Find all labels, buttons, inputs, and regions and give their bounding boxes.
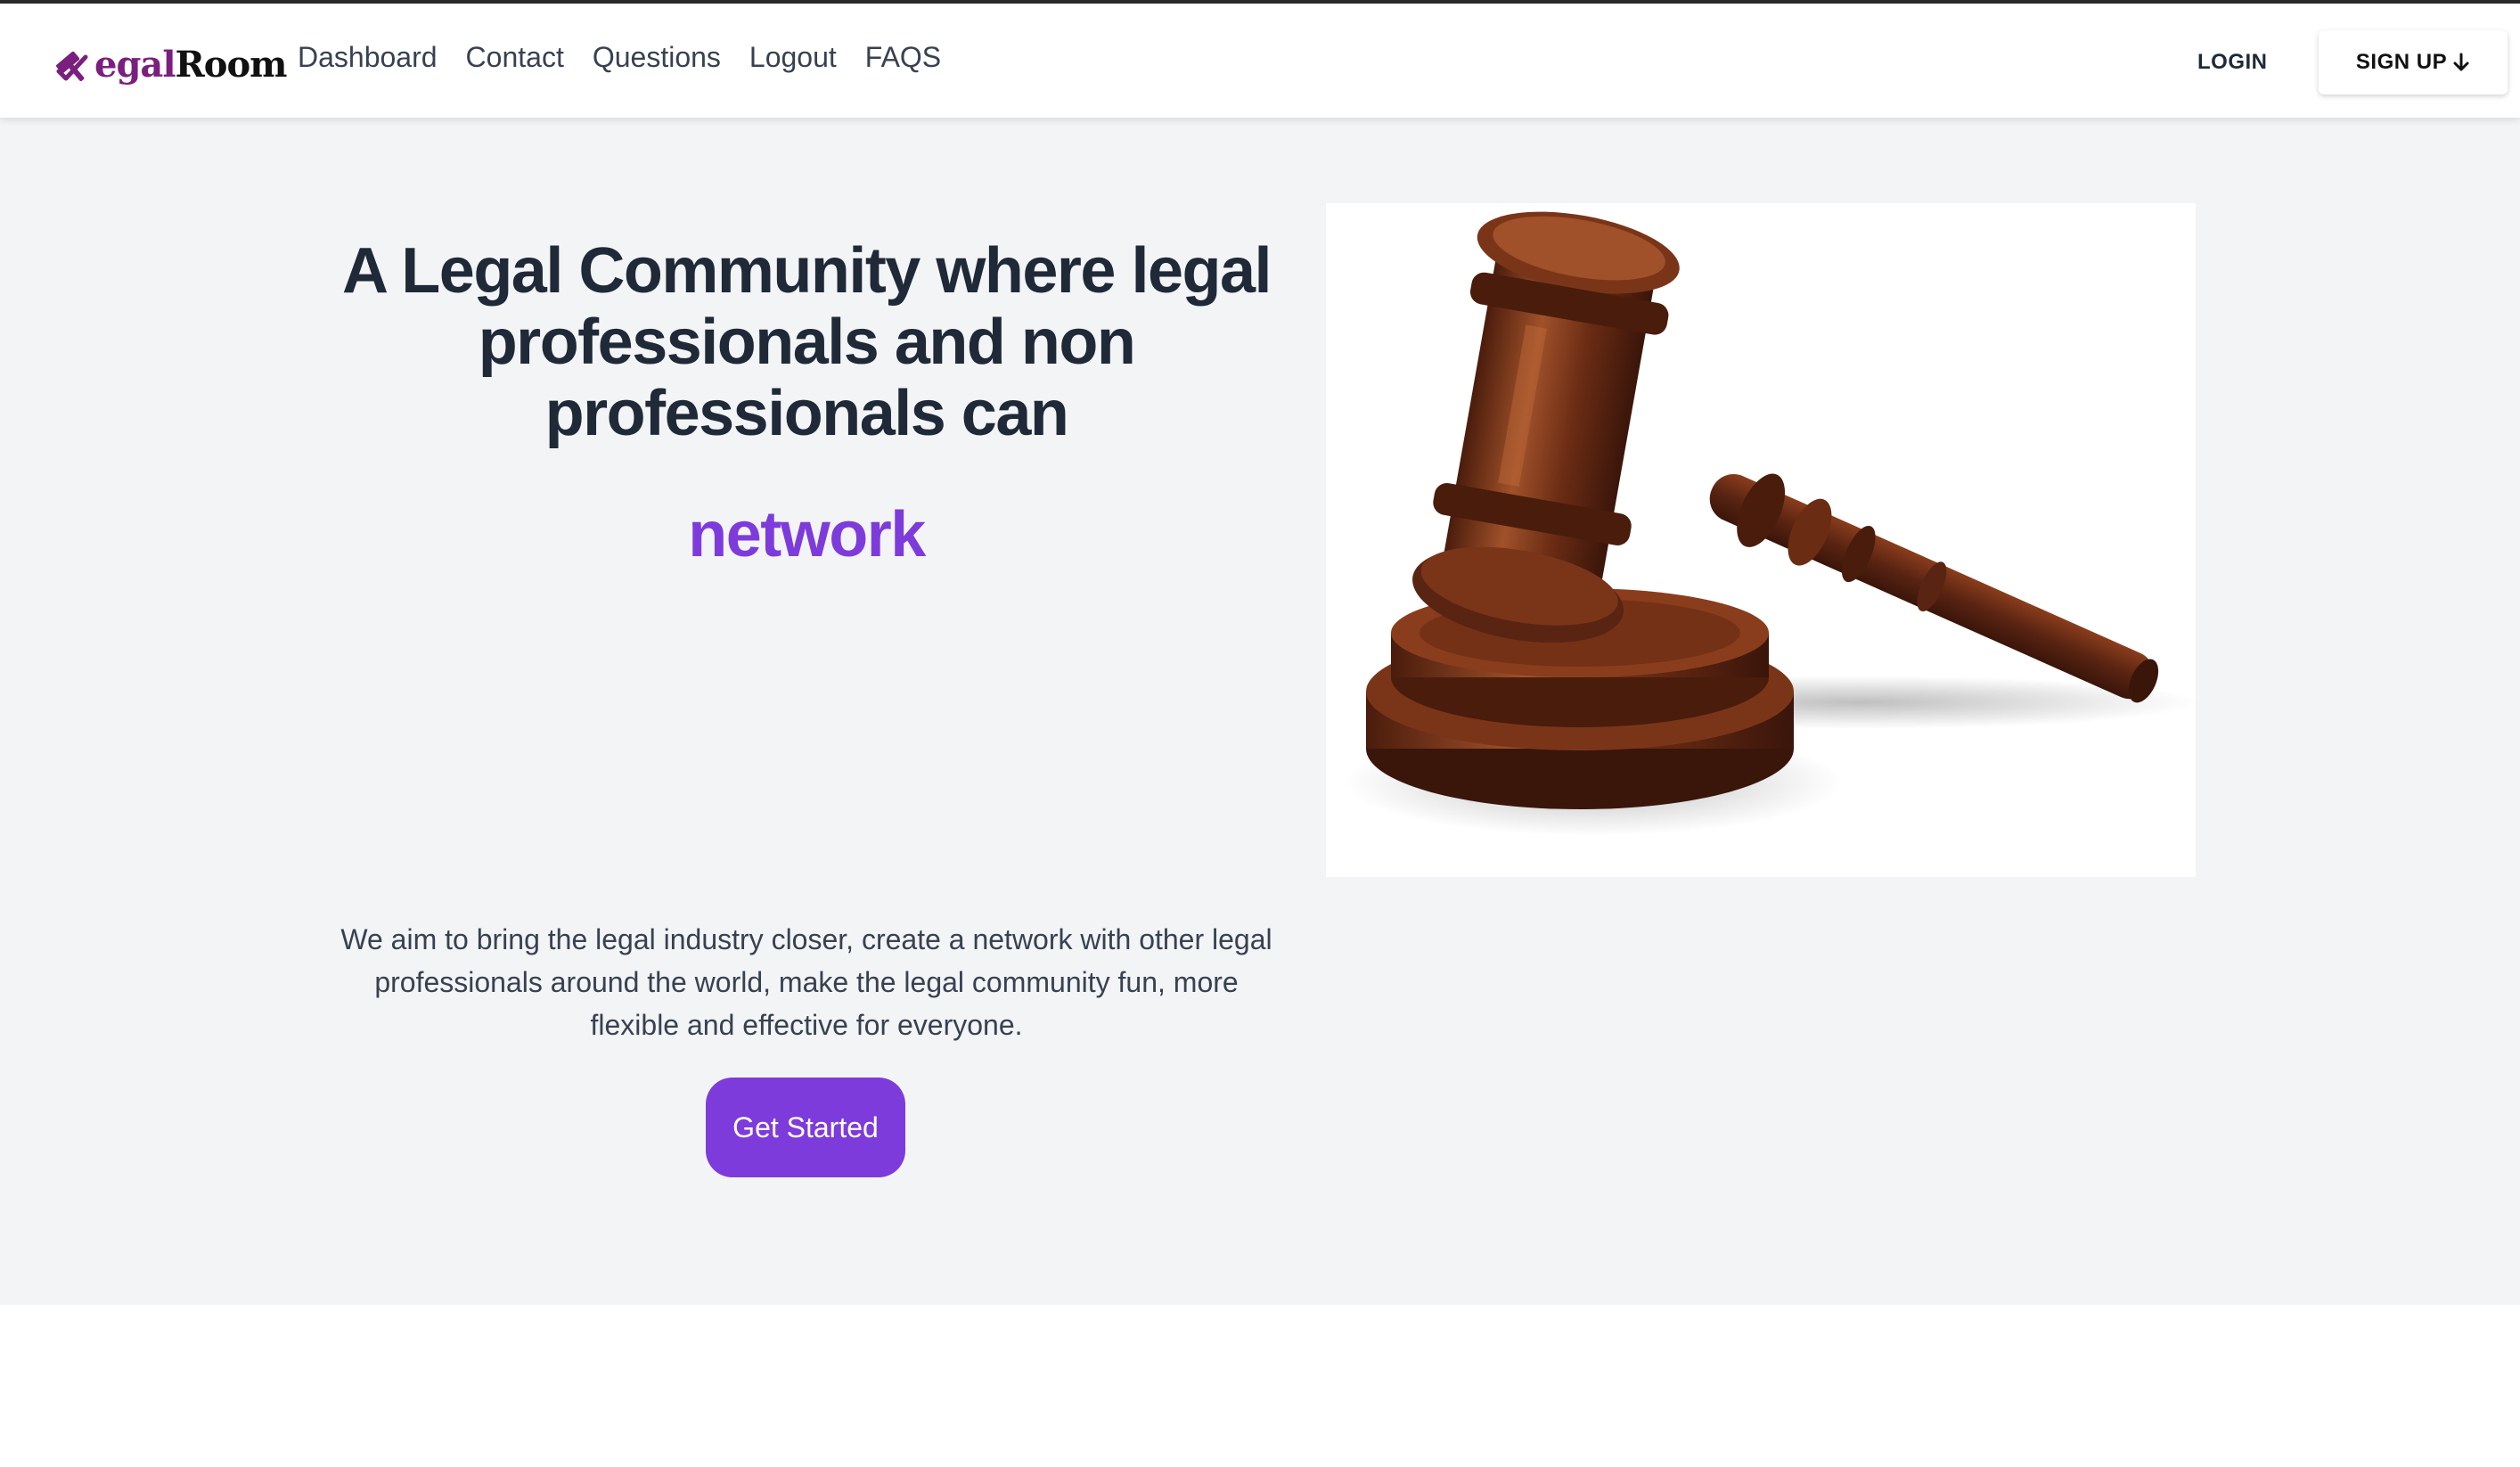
nav-questions[interactable]: Questions [593, 36, 721, 78]
login-button[interactable]: LOGIN [2197, 46, 2268, 78]
nav-logout[interactable]: Logout [749, 36, 837, 78]
hero-description: We aim to bring the legal industry close… [340, 923, 1272, 1041]
signup-label: SIGN UP [2355, 50, 2448, 74]
hero-rotating-word: network [688, 499, 926, 570]
gavel-logo-icon [56, 51, 88, 82]
signup-button[interactable]: SIGN UP [2319, 30, 2508, 94]
nav-dashboard[interactable]: Dashboard [298, 36, 438, 78]
brand-logo[interactable]: egalRoom [55, 37, 288, 91]
main-nav: Dashboard Contact Questions Logout FAQS [298, 36, 970, 78]
gavel-image [1326, 203, 2196, 877]
get-started-button[interactable]: Get Started [706, 1078, 905, 1177]
hero-headline: A Legal Community where legal profession… [341, 235, 1272, 449]
top-navbar: egalRoom Dashboard Contact Questions Log… [0, 4, 2520, 118]
nav-faqs[interactable]: FAQS [865, 36, 941, 78]
brand-name-suffix: Room [175, 43, 288, 86]
brand-name-prefix: egal [94, 43, 176, 86]
hero-section: A Legal Community where legal profession… [0, 118, 2520, 1305]
brand-name: egalRoom [94, 43, 288, 86]
nav-contact[interactable]: Contact [466, 36, 564, 78]
arrow-down-icon [2453, 53, 2469, 71]
